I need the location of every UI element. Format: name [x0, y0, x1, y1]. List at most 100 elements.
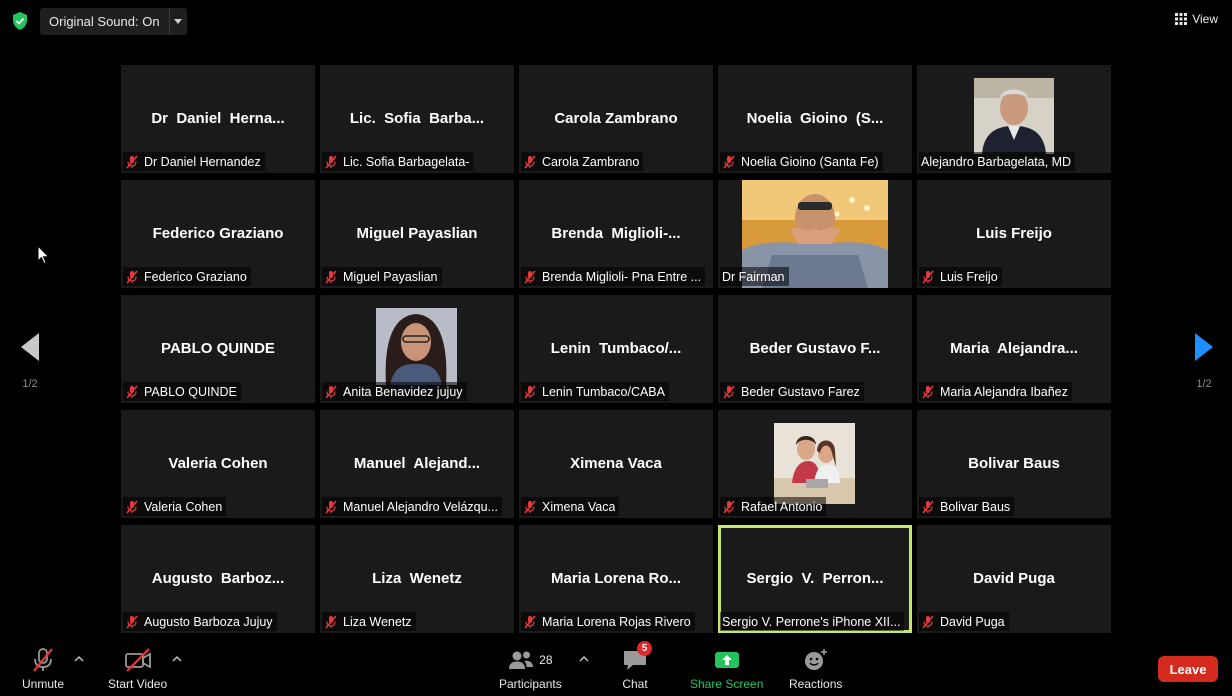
microphone-muted-icon	[723, 384, 735, 399]
participant-tile[interactable]: PABLO QUINDE PABLO QUINDE	[121, 295, 315, 403]
participant-tile[interactable]: Brenda Miglioli-... Brenda Miglioli- Pna …	[519, 180, 713, 288]
participant-tile[interactable]: Beder Gustavo F... Beder Gustavo Farez	[718, 295, 912, 403]
microphone-muted-icon	[524, 614, 536, 629]
microphone-muted-icon	[524, 499, 536, 514]
participant-display-name: Sergio V. Perron...	[746, 570, 884, 587]
participant-tile[interactable]: Dr Fairman	[718, 180, 912, 288]
reactions-button[interactable]: Reactions	[789, 646, 842, 691]
participant-name-tag: Luis Freijo	[919, 267, 1002, 286]
participant-tile[interactable]: David Puga David Puga	[917, 525, 1111, 633]
view-label: View	[1192, 12, 1218, 26]
participant-display-name: Carola Zambrano	[554, 110, 678, 127]
participant-display-name: Manuel Alejand...	[353, 455, 481, 472]
video-options-chevron-up-icon[interactable]	[171, 654, 183, 664]
participant-tile[interactable]: Lenin Tumbaco/... Lenin Tumbaco/CABA	[519, 295, 713, 403]
chat-unread-badge: 5	[637, 641, 652, 656]
participant-name-tag: Alejandro Barbagelata, MD	[919, 152, 1076, 171]
participant-name-label: Noelia Gioino (Santa Fe)	[741, 154, 879, 169]
participant-name-label: Ximena Vaca	[542, 499, 616, 514]
participant-name-label: Miguel Payaslian	[343, 269, 438, 284]
participant-tile[interactable]: Anita Benavidez jujuy	[320, 295, 514, 403]
participant-photo	[974, 78, 1054, 154]
participant-name-label: Anita Benavidez jujuy	[343, 384, 463, 399]
share-screen-icon	[714, 652, 739, 668]
participant-tile[interactable]: Luis Freijo Luis Freijo	[917, 180, 1111, 288]
participant-tile[interactable]: Bolivar Baus Bolivar Baus	[917, 410, 1111, 518]
participant-name-tag: Dr Daniel Hernandez	[123, 152, 265, 171]
microphone-muted-icon	[922, 614, 934, 629]
original-sound-label: Original Sound: On	[40, 8, 170, 35]
participant-display-name: Dr Daniel Herna...	[151, 110, 285, 127]
participant-tile[interactable]: Dr Daniel Herna... Dr Daniel Hernandez	[121, 65, 315, 173]
participant-name-tag: Federico Graziano	[123, 267, 251, 286]
participant-name-label: Alejandro Barbagelata, MD	[921, 154, 1072, 169]
participant-tile[interactable]: Ximena Vaca Ximena Vaca	[519, 410, 713, 518]
participant-tile[interactable]: Valeria Cohen Valeria Cohen	[121, 410, 315, 518]
next-page-button[interactable]: 1/2	[1192, 333, 1216, 390]
chat-button[interactable]: 5 Chat	[622, 641, 652, 691]
start-video-label: Start Video	[108, 677, 168, 691]
leave-meeting-button[interactable]: Leave	[1158, 656, 1218, 682]
participant-name-label: Dr Daniel Hernandez	[144, 154, 261, 169]
participant-display-name: Beder Gustavo F...	[749, 340, 881, 357]
participant-name-tag: Manuel Alejandro Velázqu...	[322, 497, 502, 516]
view-button[interactable]: View	[1175, 12, 1218, 26]
video-camera-off-icon	[124, 648, 151, 672]
participant-name-label: Valeria Cohen	[144, 499, 223, 514]
participant-tile[interactable]: Federico Graziano Federico Graziano	[121, 180, 315, 288]
participant-name-tag: Anita Benavidez jujuy	[322, 382, 467, 401]
participant-name-tag: Lenin Tumbaco/CABA	[521, 382, 669, 401]
participant-tile[interactable]: Sergio V. Perron... Sergio V. Perrone's i…	[718, 525, 912, 633]
microphone-muted-icon	[126, 614, 138, 629]
microphone-muted-icon	[723, 154, 735, 169]
original-sound-button[interactable]: Original Sound: On	[40, 8, 187, 35]
participant-display-name: Ximena Vaca	[570, 455, 662, 472]
original-sound-dropdown[interactable]	[170, 8, 187, 35]
participants-label: Participants	[499, 677, 562, 691]
gallery-view-grid: Dr Daniel Herna... Dr Daniel Hernandez Lic…	[121, 65, 1111, 633]
participant-tile[interactable]: Maria Lorena Ro... Maria Lorena Rojas Riv…	[519, 525, 713, 633]
participant-display-name: Noelia Gioino (S...	[746, 110, 884, 127]
participant-tile[interactable]: Rafael Antonio	[718, 410, 912, 518]
participant-tile[interactable]: Carola Zambrano Carola Zambrano	[519, 65, 713, 173]
participants-button[interactable]: 28 Participants	[499, 646, 562, 691]
previous-page-button[interactable]: 1/2	[18, 333, 42, 390]
share-screen-button[interactable]: Share Screen	[690, 646, 763, 691]
unmute-label: Unmute	[22, 677, 65, 691]
participants-options-chevron-up-icon[interactable]	[578, 654, 590, 664]
participant-tile[interactable]: Manuel Alejand... Manuel Alejandro Velázq…	[320, 410, 514, 518]
participant-name-label: Luis Freijo	[940, 269, 998, 284]
participant-tile[interactable]: Noelia Gioino (S... Noelia Gioino (Santa …	[718, 65, 912, 173]
participants-count: 28	[539, 653, 553, 667]
microphone-muted-icon	[33, 648, 53, 672]
participant-tile[interactable]: Alejandro Barbagelata, MD	[917, 65, 1111, 173]
microphone-muted-icon	[325, 154, 337, 169]
unmute-button[interactable]: Unmute	[22, 646, 64, 691]
participant-name-tag: Maria Lorena Rojas Rivero	[521, 612, 695, 631]
participant-display-name: Augusto Barboz...	[151, 570, 285, 587]
participant-name-tag: Bolivar Baus	[919, 497, 1015, 516]
participant-tile[interactable]: Maria Alejandra... Maria Alejandra Ibañez	[917, 295, 1111, 403]
participant-name-label: Beder Gustavo Farez	[741, 384, 860, 399]
encryption-shield-icon[interactable]	[12, 12, 28, 30]
audio-options-chevron-up-icon[interactable]	[73, 654, 85, 664]
participant-photo	[376, 308, 457, 385]
participant-tile[interactable]: Miguel Payaslian Miguel Payaslian	[320, 180, 514, 288]
participant-name-label: David Puga	[940, 614, 1005, 629]
grid-view-icon	[1175, 13, 1188, 25]
participant-name-label: Federico Graziano	[144, 269, 247, 284]
participant-name-tag: Valeria Cohen	[123, 497, 227, 516]
microphone-muted-icon	[524, 154, 536, 169]
participant-name-label: Lenin Tumbaco/CABA	[542, 384, 665, 399]
participant-tile[interactable]: Lic. Sofia Barba... Lic. Sofia Barbagelat…	[320, 65, 514, 173]
start-video-button[interactable]: Start Video	[108, 646, 167, 691]
microphone-muted-icon	[922, 384, 934, 399]
participant-tile[interactable]: Augusto Barboz... Augusto Barboza Jujuy	[121, 525, 315, 633]
participant-name-label: Manuel Alejandro Velázqu...	[343, 499, 498, 514]
microphone-muted-icon	[126, 269, 138, 284]
participant-tile[interactable]: Liza Wenetz Liza Wenetz	[320, 525, 514, 633]
participant-name-label: Lic. Sofia Barbagelata-	[343, 154, 470, 169]
microphone-muted-icon	[325, 499, 337, 514]
participant-name-label: PABLO QUINDE	[144, 384, 237, 399]
meeting-controls-toolbar: Unmute Start Video 28 Participants 5 Cha…	[0, 640, 1232, 696]
